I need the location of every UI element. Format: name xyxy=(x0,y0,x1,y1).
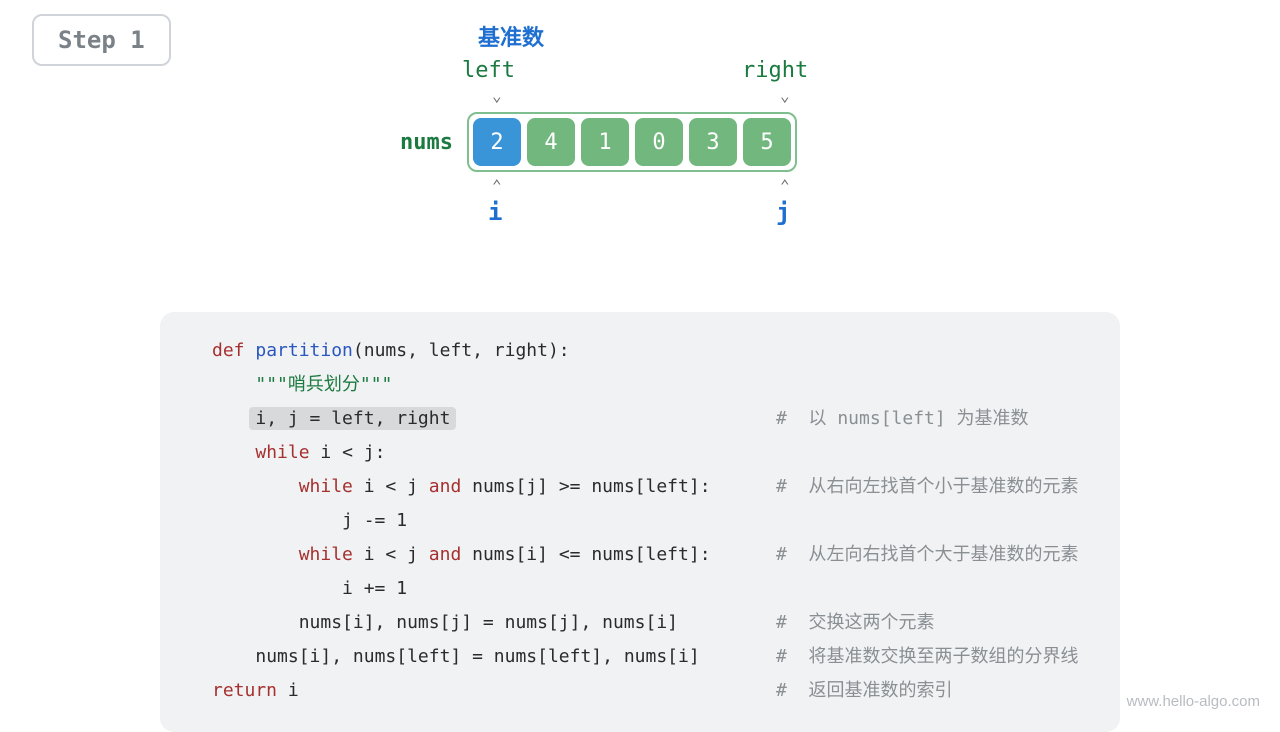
array-container: 2 4 1 0 3 5 xyxy=(467,112,797,172)
code-line-highlighted: i, j = left, right# 以 nums[left] 为基准数 xyxy=(212,402,1084,436)
pivot-label: 基准数 xyxy=(478,20,880,52)
array-cell: 4 xyxy=(527,118,575,166)
code-line: nums[i], nums[left] = nums[left], nums[i… xyxy=(212,640,1084,674)
chevron-up-icon: ⌃ xyxy=(492,178,502,194)
array-cell: 2 xyxy=(473,118,521,166)
footer-source: www.hello-algo.com xyxy=(1127,693,1260,710)
array-cell: 0 xyxy=(635,118,683,166)
code-line: while i < j: xyxy=(212,436,1084,470)
chevron-down-icon: ⌄ xyxy=(492,88,502,104)
array-cell: 1 xyxy=(581,118,629,166)
array-row: nums 2 4 1 0 3 5 xyxy=(400,112,880,172)
code-line: def partition(nums, left, right): xyxy=(212,334,1084,368)
code-line: while i < j and nums[i] <= nums[left]:# … xyxy=(212,538,1084,572)
code-line: return i# 返回基准数的索引 xyxy=(212,674,1084,708)
i-pointer-label: i xyxy=(488,198,502,226)
chevron-down-icon: ⌄ xyxy=(780,88,790,104)
chevron-up-icon: ⌃ xyxy=(780,178,790,194)
ij-row: i j xyxy=(400,198,880,228)
code-line: while i < j and nums[j] >= nums[left]:# … xyxy=(212,470,1084,504)
code-panel: def partition(nums, left, right): """哨兵划… xyxy=(160,312,1120,732)
arrow-down-row: ⌄ ⌄ xyxy=(400,88,880,108)
bounds-row: left right xyxy=(400,58,880,86)
left-bound-label: left xyxy=(462,58,515,83)
step-badge: Step 1 xyxy=(32,14,171,66)
array-diagram: 基准数 left right ⌄ ⌄ nums 2 4 1 0 3 5 ⌃ ⌃ … xyxy=(400,20,880,228)
code-line: """哨兵划分""" xyxy=(212,368,1084,402)
right-bound-label: right xyxy=(742,58,808,83)
code-line: nums[i], nums[j] = nums[j], nums[i]# 交换这… xyxy=(212,606,1084,640)
code-line: i += 1 xyxy=(212,572,1084,606)
code-line: j -= 1 xyxy=(212,504,1084,538)
array-cell: 3 xyxy=(689,118,737,166)
arrow-up-row: ⌃ ⌃ xyxy=(400,178,880,198)
j-pointer-label: j xyxy=(776,198,790,226)
array-cell: 5 xyxy=(743,118,791,166)
array-name-label: nums xyxy=(400,130,453,155)
